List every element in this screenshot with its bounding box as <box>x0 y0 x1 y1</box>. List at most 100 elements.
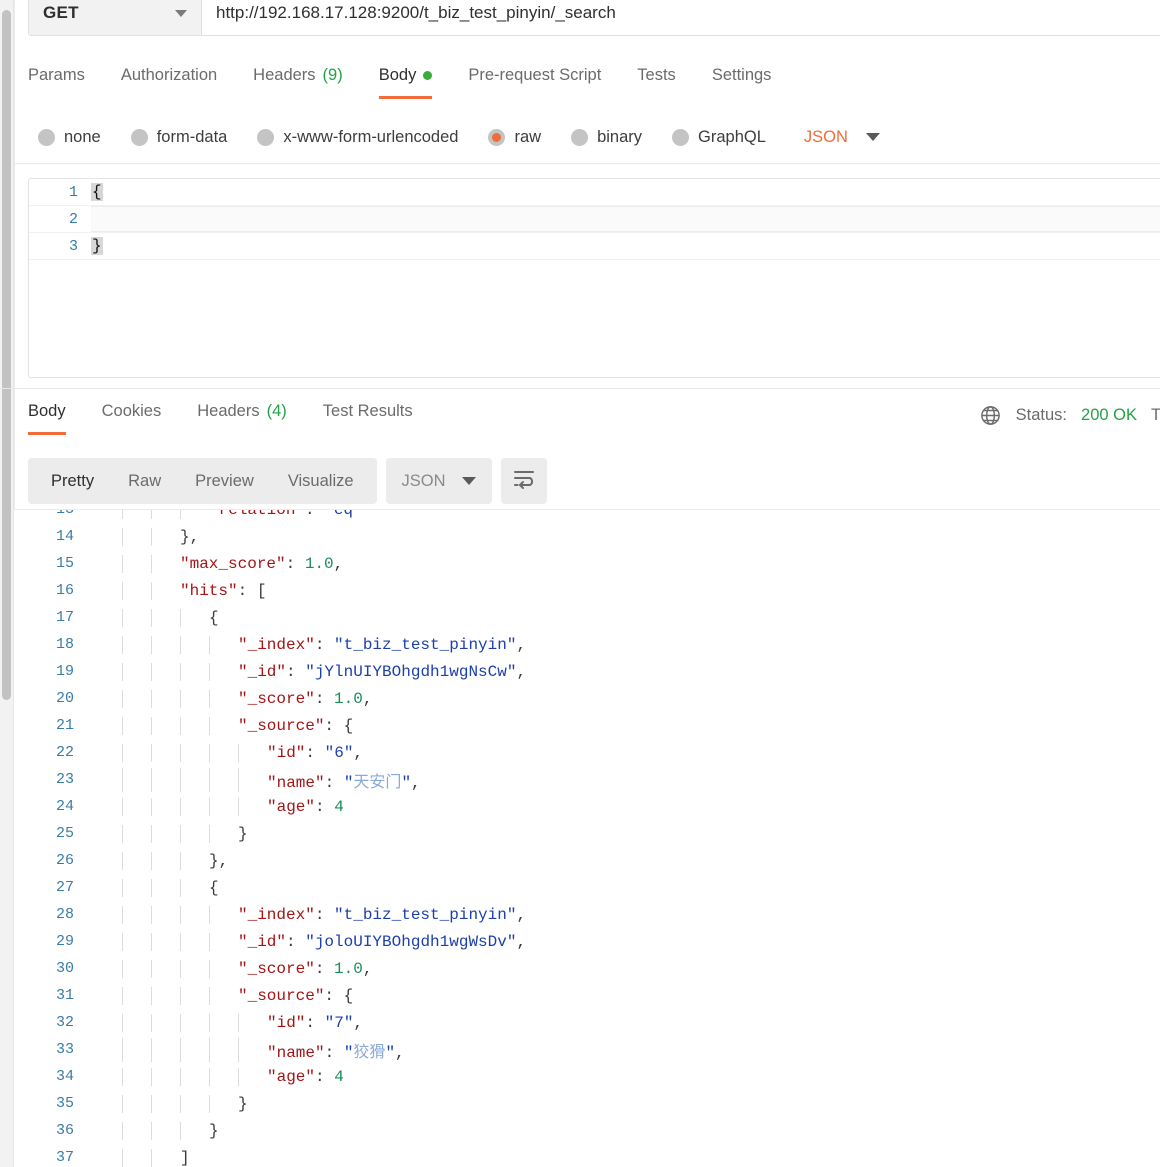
json-token-str: " <box>343 1043 354 1062</box>
json-token-key: "hits" <box>180 581 238 600</box>
indent-guide <box>209 1013 210 1032</box>
indent-guide <box>209 959 210 978</box>
json-token-num: 4 <box>334 1067 344 1086</box>
radio-icon <box>38 128 55 146</box>
response-body-json-viewer[interactable]: 13"relation": "eq"14},15"max_score": 1.0… <box>14 510 1160 1167</box>
json-token-pun: , <box>353 743 364 762</box>
body-type-radio-x-www-form-urlencoded[interactable]: x-www-form-urlencoded <box>257 128 458 147</box>
request-tab-headers[interactable]: Headers (9) <box>253 62 343 99</box>
request-tab-params[interactable]: Params <box>28 62 85 99</box>
indent-guide <box>180 797 181 816</box>
indent-guide <box>122 797 123 816</box>
editor-line[interactable]: 3} <box>29 233 1160 260</box>
indent-guide <box>151 905 152 924</box>
indent-guide <box>151 662 152 681</box>
view-mode-preview[interactable]: Preview <box>178 458 271 504</box>
indent-guide <box>122 662 123 681</box>
active-line-highlight <box>91 206 1160 232</box>
json-token-pun: : <box>286 932 306 951</box>
active-tab-underline <box>378 96 433 99</box>
indent-guide <box>209 824 210 843</box>
body-type-radio-binary[interactable]: binary <box>571 128 642 147</box>
indent-guide <box>122 635 123 654</box>
json-token-pun: : <box>324 1043 344 1062</box>
json-line: 17 { <box>14 604 1160 631</box>
response-tab-headers[interactable]: Headers (4) <box>197 398 287 435</box>
json-line: 32 "id": "7", <box>14 1009 1160 1036</box>
json-line-number: 15 <box>55 555 74 572</box>
response-time-clipped: T <box>1151 406 1160 424</box>
view-mode-raw[interactable]: Raw <box>111 458 178 504</box>
json-tokens: } <box>90 825 248 843</box>
body-type-radio-raw[interactable]: raw <box>488 128 541 147</box>
response-tab-test-results[interactable]: Test Results <box>323 398 413 435</box>
json-line: 16 "hits": [ <box>14 577 1160 604</box>
indent-guide <box>180 878 181 897</box>
indent-guide <box>151 1121 152 1140</box>
indent-guide <box>180 689 181 708</box>
response-tab-body[interactable]: Body <box>28 398 66 435</box>
json-token-brace: { <box>209 878 219 897</box>
postman-window: GET http://192.168.17.128:9200/t_biz_tes… <box>0 0 1160 1167</box>
json-line-code: "_id": "jYlnUIYBOhgdh1wgNsCw", <box>90 662 1160 681</box>
indent-guide <box>151 986 152 1005</box>
json-token-num: 1.0 <box>334 959 363 978</box>
json-line-number: 22 <box>55 744 74 761</box>
tab-label: Pre-request Script <box>468 66 602 84</box>
tab-label: Params <box>28 66 85 84</box>
editor-line[interactable]: 1{ <box>29 179 1160 206</box>
response-view-toolbar: Pretty Raw Preview Visualize JSON <box>28 458 547 504</box>
view-mode-visualize[interactable]: Visualize <box>271 458 371 504</box>
indent-guide <box>238 797 239 816</box>
response-view-mode-group: Pretty Raw Preview Visualize <box>28 458 377 504</box>
json-line-number: 21 <box>55 717 74 734</box>
request-tab-body[interactable]: Body <box>378 62 433 99</box>
app-scrollbar-thumb[interactable] <box>2 10 11 700</box>
indent-guide <box>180 1067 181 1086</box>
indent-guide <box>122 743 123 762</box>
json-tokens: } <box>90 1122 219 1140</box>
body-type-radio-graphql[interactable]: GraphQL <box>672 128 766 147</box>
request-body-editor[interactable]: 1{2 3} <box>28 178 1160 378</box>
tab-count-badge: (9) <box>322 66 343 84</box>
word-wrap-button[interactable] <box>500 458 547 504</box>
indent-guide <box>180 716 181 735</box>
editor-line-number: 1 <box>68 183 78 201</box>
app-vertical-scrollbar[interactable] <box>0 0 14 1167</box>
response-format-dropdown[interactable]: JSON <box>385 458 492 504</box>
json-tokens: "relation": "eq" <box>90 510 363 519</box>
request-tab-pre-request-script[interactable]: Pre-request Script <box>468 62 601 99</box>
body-type-radio-form-data[interactable]: form-data <box>130 128 227 147</box>
json-tokens: "name": "天安门", <box>90 774 421 792</box>
indent-guide <box>151 767 152 792</box>
tab-label: Authorization <box>120 66 218 84</box>
indent-guide <box>209 1067 210 1086</box>
json-line: 22 "id": "6", <box>14 739 1160 766</box>
json-line: 20 "_score": 1.0, <box>14 685 1160 712</box>
request-tab-settings[interactable]: Settings <box>712 62 772 99</box>
json-token-pun: : <box>285 554 305 573</box>
indent-guide <box>122 878 123 897</box>
request-tab-tests[interactable]: Tests <box>637 62 676 99</box>
body-type-radio-none[interactable]: none <box>38 128 101 147</box>
json-line-number: 36 <box>55 1122 74 1139</box>
json-line-number: 24 <box>55 798 74 815</box>
view-mode-pretty[interactable]: Pretty <box>34 458 111 504</box>
indent-guide <box>238 1067 239 1086</box>
json-tokens: "age": 4 <box>90 1068 344 1086</box>
json-line-code: ] <box>90 1148 1160 1167</box>
response-status-bar: Status: 200 OK T <box>979 404 1160 427</box>
radio-label: GraphQL <box>698 127 766 146</box>
json-tokens: { <box>90 879 219 897</box>
json-tokens: "_index": "t_biz_test_pinyin", <box>90 906 526 924</box>
json-line-code: "_source": { <box>90 716 1160 735</box>
json-token-brace: ] <box>180 1148 190 1167</box>
editor-line[interactable]: 2 <box>29 206 1160 233</box>
json-line: 13"relation": "eq" <box>14 510 1160 523</box>
url-input[interactable]: http://192.168.17.128:9200/t_biz_test_pi… <box>202 0 1160 35</box>
response-tab-cookies[interactable]: Cookies <box>102 398 162 435</box>
raw-format-dropdown[interactable]: JSON <box>804 128 880 147</box>
http-method-dropdown[interactable]: GET <box>29 0 202 35</box>
json-token-key: "_index" <box>238 635 315 654</box>
request-tab-authorization[interactable]: Authorization <box>121 62 217 99</box>
